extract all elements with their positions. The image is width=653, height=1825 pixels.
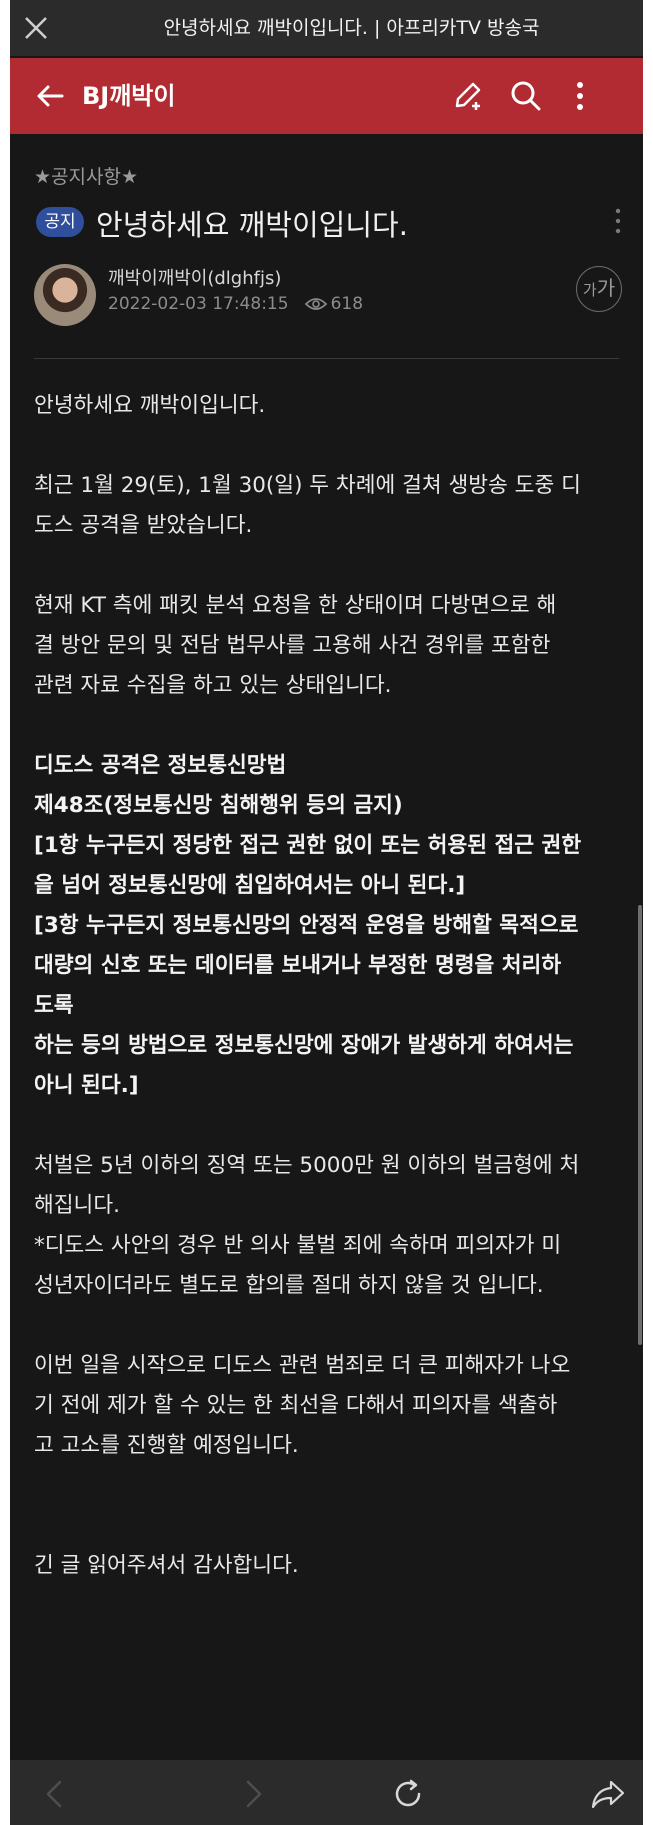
bold-line: 하는 등의 방법으로 정보통신망에 장애가 발생하게 하여서는 [34,1033,574,1058]
body-line: 현재 KT 측에 패킷 분석 요청을 한 상태이며 다방면으로 해 [34,593,557,618]
body-line: 해집니다. [34,1193,120,1218]
post-title: 안녕하세요 깨박이입니다. [96,208,408,242]
more-vertical-icon[interactable] [562,78,598,114]
back-icon[interactable] [38,1776,74,1812]
font-size-small-label: 가 [582,281,597,299]
post-datetime: 2022-02-03 17:48:15 [108,294,289,314]
bold-line: 을 넘어 정보통신망에 침입하여서는 아니 된다.] [34,873,466,898]
body-line: 이번 일을 시작으로 디도스 관련 범죄로 더 큰 피해자가 나오 [34,1353,571,1378]
font-size-button[interactable]: 가가 [576,266,622,312]
post-body: 안녕하세요 깨박이입니다. 최근 1월 29(토), 1월 30(일) 두 차례… [34,386,624,1586]
bold-line: 도록 [34,993,74,1018]
bold-line: 대량의 신호 또는 데이터를 보내거나 부정한 명령을 처리하 [34,953,562,978]
body-line: 관련 자료 수집을 하고 있는 상태입니다. [34,673,392,698]
body-line: 성년자이더라도 별도로 합의를 절대 하지 않을 것 입니다. [34,1273,544,1298]
search-icon[interactable] [508,78,544,114]
browser-title: 안녕하세요 깨박이입니다. | 아프리카TV 방송국 [163,17,540,39]
body-line: 기 전에 제가 할 수 있는 한 최선을 다해서 피의자를 색출하 [34,1393,558,1418]
body-greeting: 안녕하세요 깨박이입니다. [34,393,266,418]
eye-icon [304,298,327,310]
post-meta: 2022-02-03 17:48:15 618 [108,294,363,314]
avatar[interactable] [34,264,96,326]
bold-line: [1항 누구든지 정당한 접근 권한 없이 또는 허용된 접근 권한 [34,833,582,858]
bottom-nav [10,1760,643,1825]
write-icon[interactable] [450,78,486,114]
body-line: 최근 1월 29(토), 1월 30(일) 두 차례에 걸쳐 생방송 도중 디 [34,473,581,498]
body-line: 처벌은 5년 이하의 징역 또는 5000만 원 이하의 벌금형에 처 [34,1153,580,1178]
close-icon[interactable] [20,12,52,44]
divider [34,358,619,359]
font-size-large-label: 가 [596,276,616,300]
post-category[interactable]: ★공지사항★ [34,162,138,189]
share-icon[interactable] [590,1776,626,1812]
view-count: 618 [330,294,364,314]
law-section: 디도스 공격은 정보통신망법 제48조(정보통신망 침해행위 등의 금지) [1… [34,746,624,1106]
header-title[interactable]: BJ깨박이 [82,58,175,134]
refresh-icon[interactable] [390,1776,426,1812]
notice-badge: 공지 [36,207,84,237]
forward-icon[interactable] [234,1776,270,1812]
body-closing: 긴 글 읽어주셔서 감사합니다. [34,1553,299,1578]
body-line: 고 고소를 진행할 예정입니다. [34,1433,299,1458]
body-line: *디도스 사안의 경우 반 의사 불벌 죄에 속하며 피의자가 미 [34,1233,562,1258]
body-line: 결 방안 문의 및 전담 법무사를 고용해 사건 경위를 포함한 [34,633,551,658]
app-frame: 안녕하세요 깨박이입니다. | 아프리카TV 방송국 BJ깨박이 ★공지사항★ … [10,0,643,1825]
bold-line: [3항 누구든지 정보통신망의 안정적 운영을 방해할 목적으로 [34,913,579,938]
browser-bar: 안녕하세요 깨박이입니다. | 아프리카TV 방송국 [10,0,643,56]
bold-line: 디도스 공격은 정보통신망법 [34,753,287,778]
scrollbar-thumb[interactable] [638,905,642,1345]
body-line: 도스 공격을 받았습니다. [34,513,253,538]
post-more-icon[interactable] [610,206,626,236]
back-arrow-icon[interactable] [32,78,68,114]
bold-line: 아니 된다.] [34,1073,139,1098]
author-name[interactable]: 깨박이깨박이(dlghfjs) [108,264,281,290]
bold-line: 제48조(정보통신망 침해행위 등의 금지) [34,793,403,818]
app-header: BJ깨박이 [10,58,643,134]
